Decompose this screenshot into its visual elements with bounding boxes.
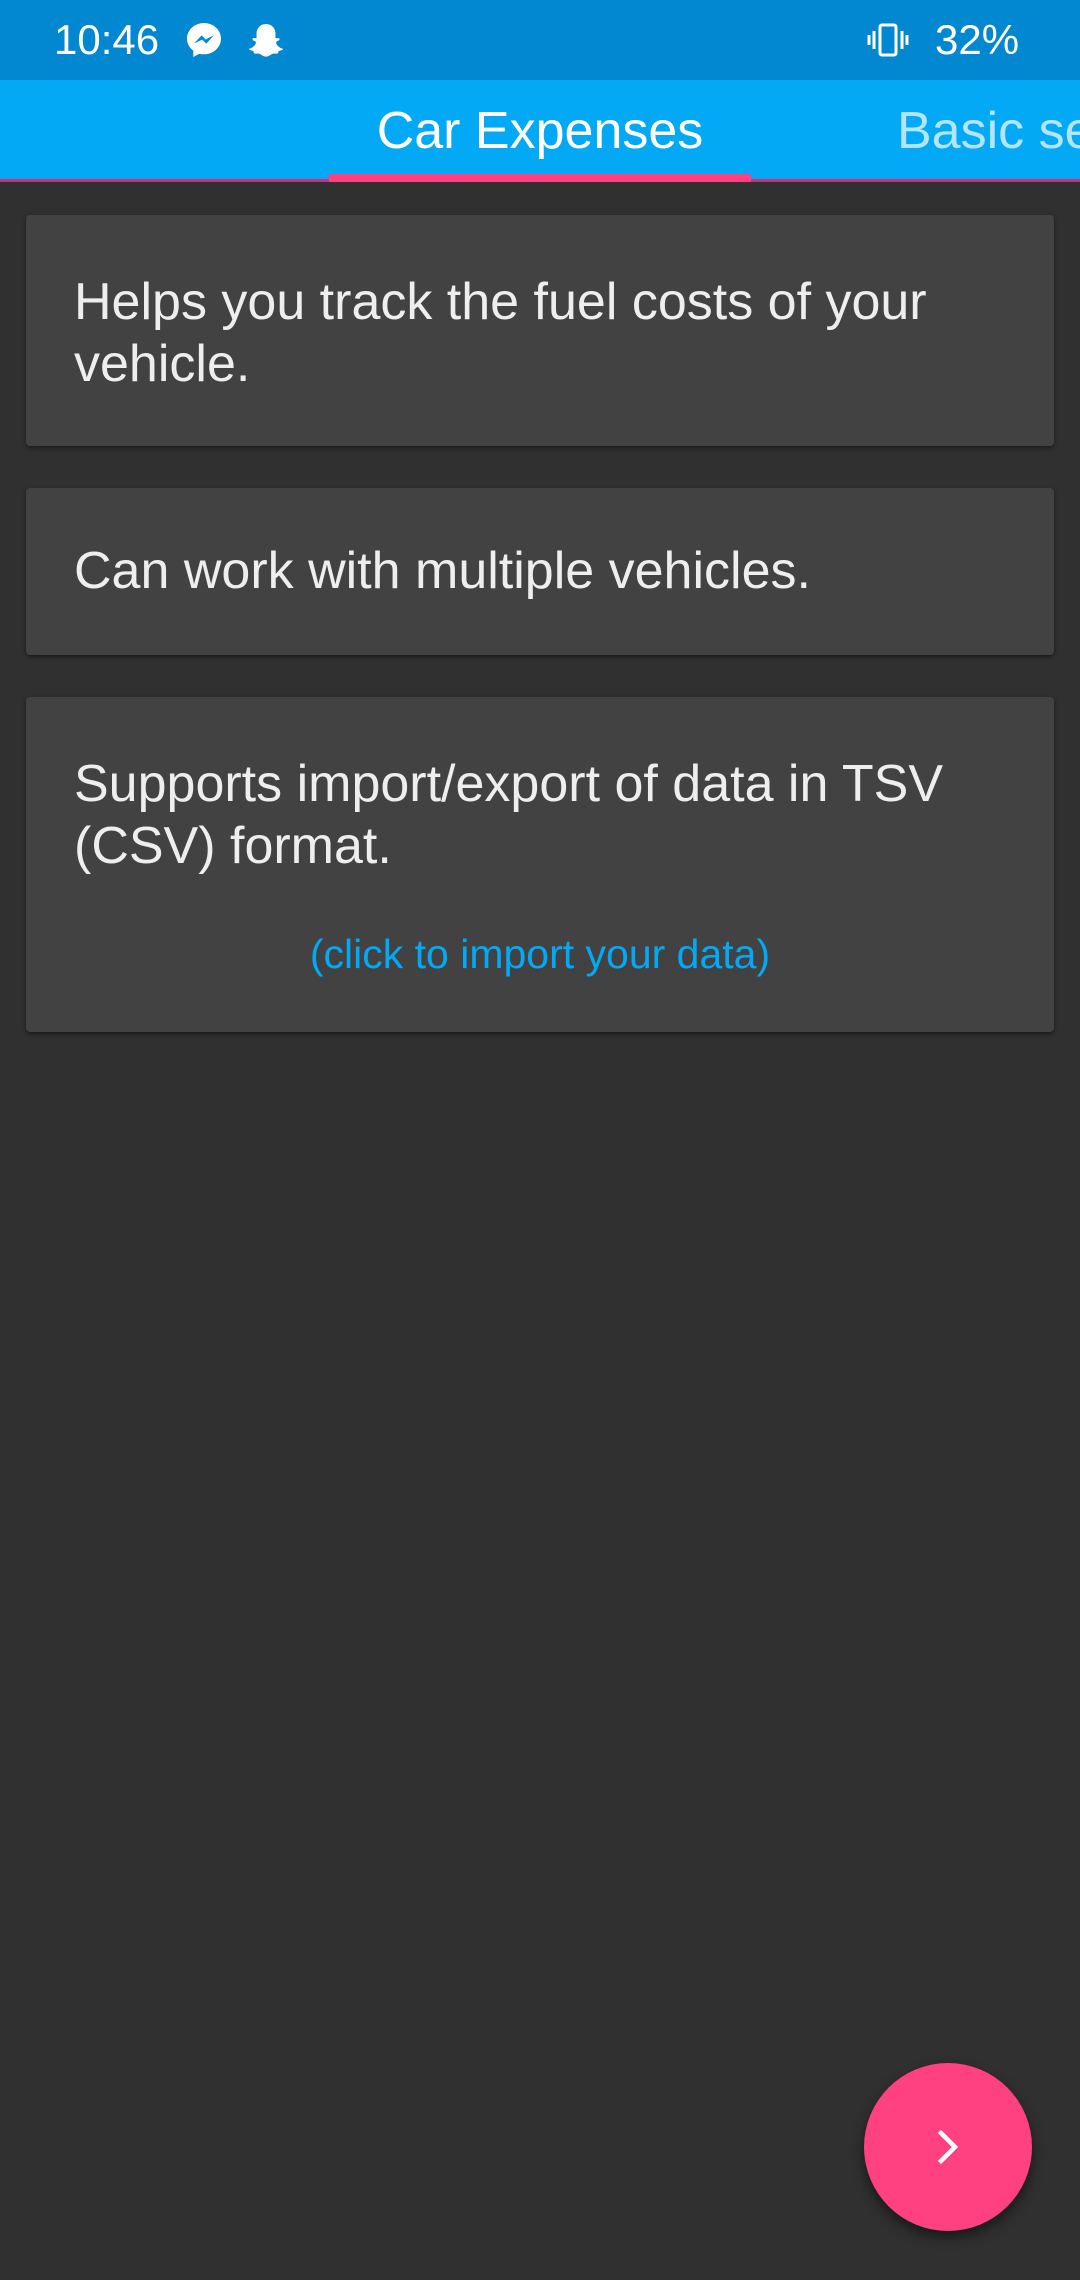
messenger-icon — [184, 20, 224, 60]
import-data-link[interactable]: (click to import your data) — [26, 929, 1054, 979]
status-bar: 10:46 32% — [0, 0, 1080, 80]
screen: 10:46 32% Car Expenses Basic se Helps yo… — [0, 0, 1080, 2280]
feature-card-multiple-vehicles: Can work with multiple vehicles. — [26, 488, 1054, 655]
feature-card-fuel-costs: Helps you track the fuel costs of your v… — [26, 215, 1054, 446]
battery-percent: 32% — [935, 16, 1020, 63]
status-time: 10:46 — [54, 16, 160, 63]
chevron-right-icon — [937, 2129, 959, 2165]
tab-label: Car Expenses — [376, 102, 704, 160]
tab-label: Basic se — [897, 102, 1080, 160]
next-button[interactable] — [864, 2063, 1032, 2231]
tab-basic-settings[interactable]: Basic se — [897, 80, 1080, 182]
tab-bar: Car Expenses Basic se — [0, 80, 1080, 182]
feature-card-import-export: Supports import/export of data in TSV (C… — [26, 697, 1054, 1032]
feature-text: Supports import/export of data in TSV (C… — [74, 755, 944, 875]
feature-text: Can work with multiple vehicles. — [74, 542, 811, 600]
tab-car-expenses[interactable]: Car Expenses — [329, 80, 751, 182]
vibrate-icon — [866, 20, 910, 60]
snapchat-icon — [246, 20, 286, 60]
feature-text: Helps you track the fuel costs of your v… — [74, 273, 927, 393]
tab-indicator — [329, 174, 751, 182]
